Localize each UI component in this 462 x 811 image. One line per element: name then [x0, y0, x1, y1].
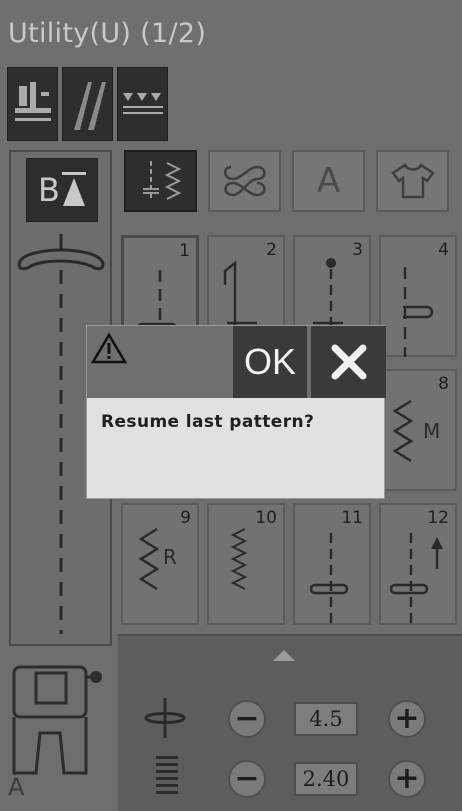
ok-button[interactable]: OK	[233, 326, 307, 398]
width-minus-button[interactable]: −	[228, 700, 266, 738]
settings-panel: − 4.5 + − 2.40 +	[118, 634, 462, 811]
stitch-length-setting-icon	[156, 756, 178, 794]
presser-foot-icon	[14, 82, 51, 121]
three-step-zigzag-icon	[230, 528, 248, 590]
length-plus-button[interactable]: +	[388, 760, 426, 798]
stretch-stitch-icon	[309, 533, 349, 625]
presser-foot-a-icon	[12, 665, 102, 775]
close-icon	[331, 344, 366, 380]
top-toolbar	[7, 67, 168, 141]
stitch-button-11[interactable]: 11	[293, 503, 371, 625]
width-value: 4.5	[294, 702, 358, 736]
stitch-button-8[interactable]: 8 M	[379, 369, 457, 491]
width-plus-button[interactable]: +	[388, 700, 426, 738]
length-row: − 2.40 +	[118, 754, 462, 804]
mode-letter: B	[38, 171, 60, 209]
title-bar: Utility(U) (1/2)	[0, 0, 462, 64]
tab-garment[interactable]	[376, 150, 449, 212]
triangle-up-icon	[61, 172, 86, 206]
width-row: − 4.5 +	[118, 694, 462, 744]
utility-stitch-icon	[142, 161, 181, 201]
garment-icon	[390, 163, 435, 199]
decorative-stitch-icon	[223, 165, 266, 197]
close-button[interactable]	[311, 326, 386, 398]
stitch-letter: R	[163, 545, 177, 569]
twin-needle-icon	[73, 82, 106, 130]
presser-foot-button[interactable]	[7, 67, 58, 141]
stitch-width-icon	[122, 93, 163, 114]
zigzag-right-icon	[138, 527, 160, 591]
page-title: Utility(U) (1/2)	[8, 18, 207, 49]
tab-alphabet-label: A	[316, 161, 341, 201]
stitch-button-9[interactable]: 9 R	[121, 503, 199, 625]
zigzag-middle-icon	[392, 399, 414, 463]
tab-utility[interactable]	[124, 150, 197, 212]
basting-stitch-icon	[403, 267, 434, 357]
resume-dialog: OK Resume last pattern?	[86, 325, 386, 499]
foot-label: A	[8, 773, 25, 801]
length-minus-button[interactable]: −	[228, 760, 266, 798]
twin-needle-button[interactable]	[62, 67, 113, 141]
stitch-width-button[interactable]	[117, 67, 168, 141]
stitch-button-10[interactable]: 10	[207, 503, 285, 625]
mode-button[interactable]: B	[26, 158, 98, 222]
reverse-stitch-icon	[389, 533, 443, 625]
length-value: 2.40	[294, 762, 358, 796]
category-tabs: A	[124, 150, 449, 212]
stitch-letter: M	[423, 419, 441, 443]
tab-alphabet[interactable]: A	[292, 150, 365, 212]
stitch-width-setting-icon	[144, 698, 186, 738]
tab-decorative[interactable]	[208, 150, 281, 212]
stitch-button-12[interactable]: 12	[379, 503, 457, 625]
stitch-button-4[interactable]: 4	[379, 235, 457, 357]
dialog-message: Resume last pattern?	[101, 412, 315, 432]
expand-arrow-icon[interactable]	[273, 650, 295, 661]
warning-icon	[91, 332, 127, 364]
